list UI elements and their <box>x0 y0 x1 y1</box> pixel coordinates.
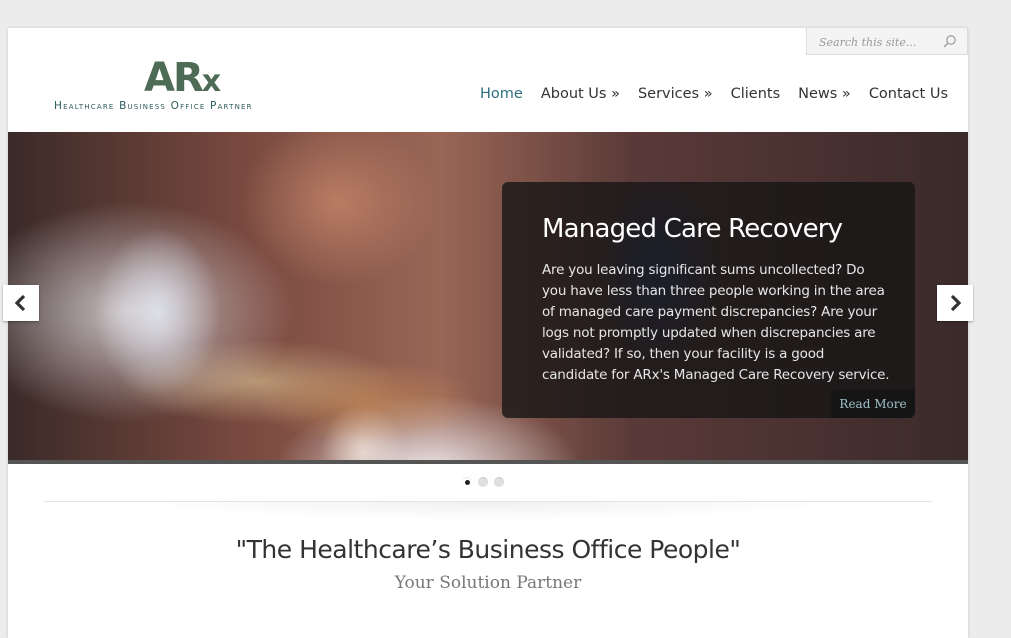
chevron-right-icon <box>950 294 962 312</box>
hero-subline: Your Solution Partner <box>394 573 582 593</box>
nav-news[interactable]: News » <box>798 86 851 108</box>
site-logo[interactable]: ARx Healthcare Business Office Partner <box>54 56 344 116</box>
slider-next-button[interactable] <box>937 285 973 321</box>
slider-dot-1[interactable] <box>462 477 472 487</box>
chevron-left-icon <box>14 294 26 312</box>
slider-prev-button[interactable] <box>3 285 39 321</box>
slider-pagination <box>462 477 510 487</box>
logo-mark: ARx <box>144 55 221 104</box>
divider-shadow <box>120 502 856 520</box>
nav-home[interactable]: Home <box>480 86 523 108</box>
nav-about-us[interactable]: About Us » <box>541 86 620 108</box>
search-icon[interactable] <box>943 34 957 48</box>
slider-dot-3[interactable] <box>494 477 504 487</box>
hero-tagline: "The Healthcare’s Business Office People… <box>235 535 741 564</box>
hero-slider: Managed Care Recovery Are you leaving si… <box>8 132 968 464</box>
slider-dot-2[interactable] <box>478 477 488 487</box>
nav-services[interactable]: Services » <box>638 86 713 108</box>
logo-tagline: Healthcare Business Office Partner <box>54 100 253 112</box>
search-box[interactable] <box>806 28 968 56</box>
main-nav: Home About Us » Services » Clients News … <box>480 86 966 108</box>
logo-mark-main: AR <box>144 55 204 101</box>
logo-mark-x: x <box>201 64 221 99</box>
read-more-button[interactable]: Read More <box>831 390 915 418</box>
slide-title: Managed Care Recovery <box>542 214 843 244</box>
search-input[interactable] <box>807 28 951 56</box>
nav-contact-us[interactable]: Contact Us <box>869 86 948 108</box>
nav-clients[interactable]: Clients <box>731 86 781 108</box>
slide-text: Are you leaving significant sums uncolle… <box>542 262 890 383</box>
slide-caption: Managed Care Recovery Are you leaving si… <box>502 182 915 418</box>
